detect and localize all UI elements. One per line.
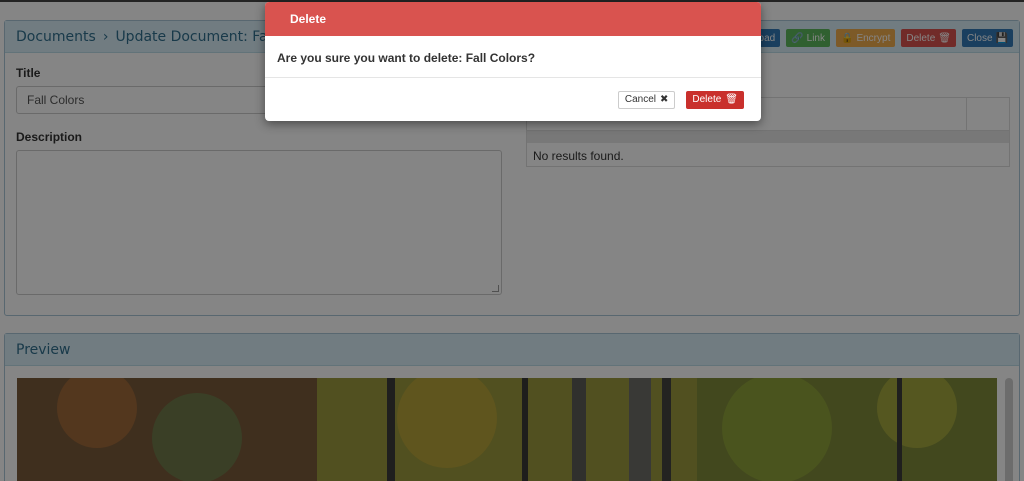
modal-footer: Cancel ✖ Delete 🗑 — [265, 78, 761, 121]
modal-title: Delete — [265, 2, 761, 36]
confirm-delete-button[interactable]: Delete 🗑 — [686, 90, 744, 109]
confirm-delete-label: Delete — [692, 94, 722, 105]
trash-icon: 🗑 — [725, 94, 738, 105]
cancel-button[interactable]: Cancel ✖ — [617, 90, 676, 109]
modal-message: Are you sure you want to delete: Fall Co… — [265, 36, 761, 78]
close-x-icon: ✖ — [660, 94, 669, 105]
delete-modal: Delete Are you sure you want to delete: … — [265, 2, 761, 121]
cancel-button-label: Cancel — [624, 94, 656, 105]
